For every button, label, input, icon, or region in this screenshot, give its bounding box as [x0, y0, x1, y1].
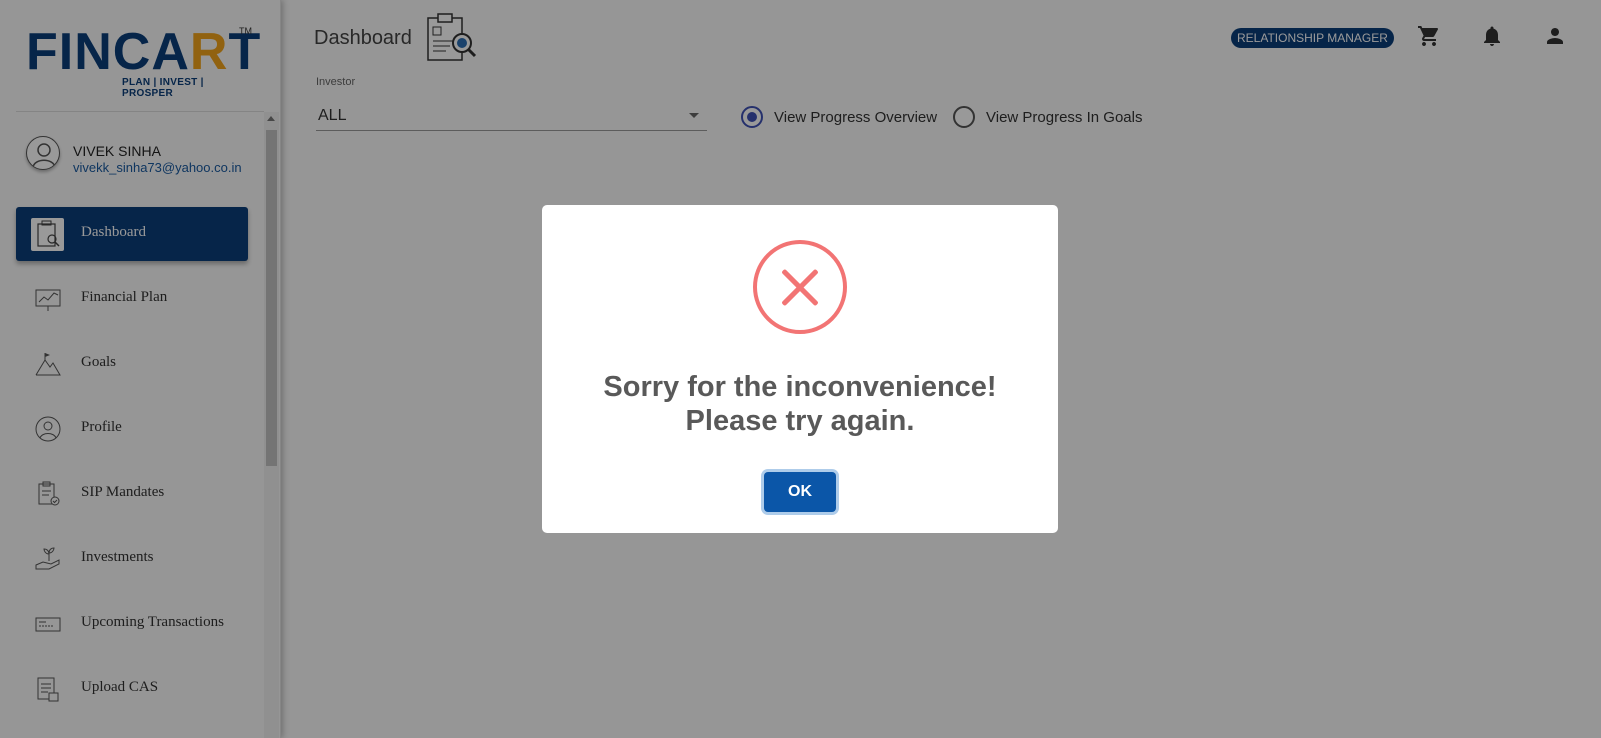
- ok-button[interactable]: OK: [764, 472, 836, 512]
- error-x-icon: [753, 240, 847, 334]
- error-dialog: Sorry for the inconvenience! Please try …: [542, 205, 1058, 533]
- error-message: Sorry for the inconvenience! Please try …: [603, 371, 997, 437]
